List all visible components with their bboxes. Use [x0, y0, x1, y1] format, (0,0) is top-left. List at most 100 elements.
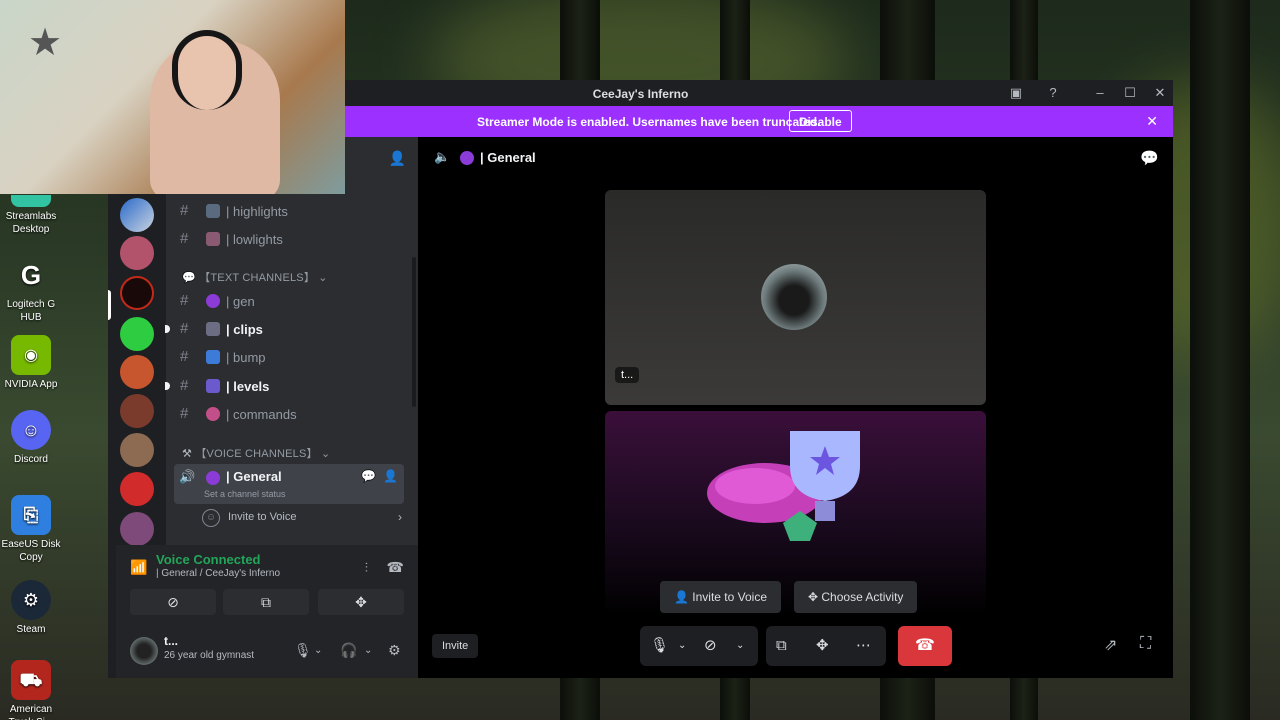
chat-icon[interactable]: 💬: [361, 469, 376, 483]
arrow-up-emoji-icon: [206, 379, 220, 393]
close-button[interactable]: ✕: [1151, 84, 1169, 102]
voice-location[interactable]: | General / CeeJay's Inferno: [156, 568, 280, 579]
hash-icon: #: [180, 202, 189, 219]
fullscreen-icon[interactable]: ⛶: [1140, 635, 1151, 653]
channel-scrollbar[interactable]: [412, 257, 416, 407]
voice-channel-general[interactable]: 🔊 | General Set a channel status 💬 👤: [174, 464, 404, 504]
chat-icon[interactable]: 💬: [1140, 149, 1159, 167]
up-emoji-icon: [206, 350, 220, 364]
desktop-icon-ghub[interactable]: G Logitech G HUB: [0, 255, 62, 324]
robot-emoji-icon: [206, 471, 220, 485]
disable-streamer-button[interactable]: Disable: [789, 110, 852, 132]
settings-gear-icon[interactable]: ⚙: [388, 642, 401, 659]
add-user-icon[interactable]: 👤: [383, 469, 398, 483]
channel-bump[interactable]: # | bump: [166, 345, 406, 369]
desktop-icon-steam[interactable]: ⚙ Steam: [0, 580, 62, 636]
unread-indicator: [165, 325, 170, 333]
chevron-right-icon: ›: [398, 510, 402, 524]
server-icon[interactable]: [120, 355, 154, 389]
category-voice-channels[interactable]: ⚒ 【VOICE CHANNELS】 ⌄: [182, 445, 330, 461]
close-banner-icon[interactable]: ✕: [1146, 113, 1158, 130]
invite-to-voice-button[interactable]: 👤 Invite to Voice: [660, 581, 781, 613]
participant-name: t...: [615, 367, 640, 383]
share-screen-button[interactable]: ⧉: [223, 589, 309, 615]
chart-emoji-icon: [206, 204, 220, 218]
server-icon[interactable]: [120, 317, 154, 351]
steam-icon: ⚙: [11, 580, 51, 620]
voice-channel-title: | General: [480, 150, 536, 165]
server-icon-ceejays-inferno[interactable]: [120, 276, 154, 310]
maximize-button[interactable]: ☐: [1121, 84, 1139, 102]
robot-emoji-icon: [460, 151, 474, 165]
speaker-icon: 🔈: [434, 149, 451, 164]
disconnect-button[interactable]: ☎: [898, 626, 952, 666]
desktop-icon-nvidia[interactable]: ◉ NVIDIA App: [0, 335, 62, 391]
server-icon[interactable]: [120, 472, 154, 506]
star-decoration: ★: [28, 22, 63, 64]
noise-suppression-icon[interactable]: ⫶: [365, 560, 368, 576]
disconnect-icon[interactable]: ☎: [387, 559, 404, 576]
activity-icon: ✥: [808, 590, 822, 604]
minimize-button[interactable]: –: [1091, 84, 1109, 102]
participant-tile[interactable]: t...: [605, 190, 986, 405]
channel-lowlights[interactable]: # | lowlights: [166, 227, 406, 251]
channel-gen[interactable]: # | gen: [166, 289, 406, 313]
category-text-channels[interactable]: 💬 【TEXT CHANNELS】 ⌄: [182, 269, 328, 285]
desktop-icon-ats[interactable]: ⛟ American Truck Si...: [0, 660, 62, 720]
share-screen-icon[interactable]: ⧉: [776, 626, 787, 666]
microphone-icon[interactable]: 🎙: [294, 642, 312, 659]
hash-icon: #: [180, 405, 189, 422]
voice-stage: 🔈 | General 💬 t... 👤 Invite to Voice ✥ C…: [418, 137, 1173, 678]
discord-icon: ☺: [11, 410, 51, 450]
hash-icon: #: [180, 230, 189, 247]
robot-emoji-icon: [206, 407, 220, 421]
microphone-icon[interactable]: 🎙: [650, 626, 669, 666]
server-icon[interactable]: [120, 512, 154, 546]
user-status: 26 year old gymnast: [164, 650, 255, 661]
invite-button[interactable]: Invite: [432, 634, 479, 658]
logitech-icon: G: [20, 259, 42, 290]
chart-emoji-icon: [206, 232, 220, 246]
camera-off-button[interactable]: ⊘: [130, 589, 216, 615]
more-options-icon[interactable]: ⋯: [856, 626, 871, 666]
chevron-down-icon[interactable]: ⌄: [314, 645, 322, 656]
inbox-icon[interactable]: ▣: [1007, 84, 1025, 102]
channel-levels[interactable]: # | levels: [165, 374, 406, 398]
signal-icon[interactable]: 📶: [130, 559, 147, 576]
person-icon: ☺: [202, 509, 220, 527]
speaker-icon: 🔊: [179, 469, 196, 484]
server-icon[interactable]: [120, 198, 154, 232]
nvidia-icon: ◉: [11, 335, 51, 375]
desktop-icon-discord[interactable]: ☺ Discord: [0, 410, 62, 466]
server-icon[interactable]: [120, 236, 154, 270]
channel-highlights[interactable]: # | highlights: [166, 199, 406, 223]
channel-status-field[interactable]: Set a channel status: [204, 489, 286, 499]
streamer-mode-message: Streamer Mode is enabled. Usernames have…: [477, 115, 821, 129]
popout-icon[interactable]: ⇗: [1104, 635, 1117, 655]
desktop-icon-easeus[interactable]: ⎘ EaseUS Disk Copy: [0, 495, 62, 564]
channel-clips[interactable]: # | clips: [165, 317, 406, 341]
server-rail: [108, 190, 166, 546]
camera-off-icon[interactable]: ⊘: [704, 626, 717, 666]
server-icon[interactable]: [120, 433, 154, 467]
channel-commands[interactable]: # | commands: [166, 402, 406, 426]
activity-button[interactable]: ✥: [318, 589, 404, 615]
add-friend-icon[interactable]: 👤: [389, 150, 406, 167]
share-controls: ⧉ ✥ ⋯: [766, 626, 886, 666]
server-icon[interactable]: [120, 394, 154, 428]
headphones-icon[interactable]: 🎧: [340, 642, 357, 659]
robot-emoji-icon: [206, 294, 220, 308]
help-icon[interactable]: ?: [1044, 84, 1062, 102]
webcam-head: [172, 30, 242, 110]
activity-icon[interactable]: ✥: [816, 626, 829, 666]
chevron-down-icon[interactable]: ⌄: [364, 645, 372, 656]
choose-activity-button[interactable]: ✥ Choose Activity: [794, 581, 918, 613]
chevron-down-icon[interactable]: ⌄: [678, 626, 686, 666]
desktop-icon-streamlabs[interactable]: Streamlabs Desktop: [0, 195, 62, 236]
webcam-overlay: ★: [0, 0, 345, 194]
invite-to-voice-row[interactable]: ☺ Invite to Voice ›: [202, 507, 402, 529]
hammer-icon: ⚒: [182, 448, 193, 460]
chevron-down-icon[interactable]: ⌄: [736, 626, 744, 666]
hash-icon: #: [180, 377, 189, 394]
avatar[interactable]: [130, 637, 158, 665]
